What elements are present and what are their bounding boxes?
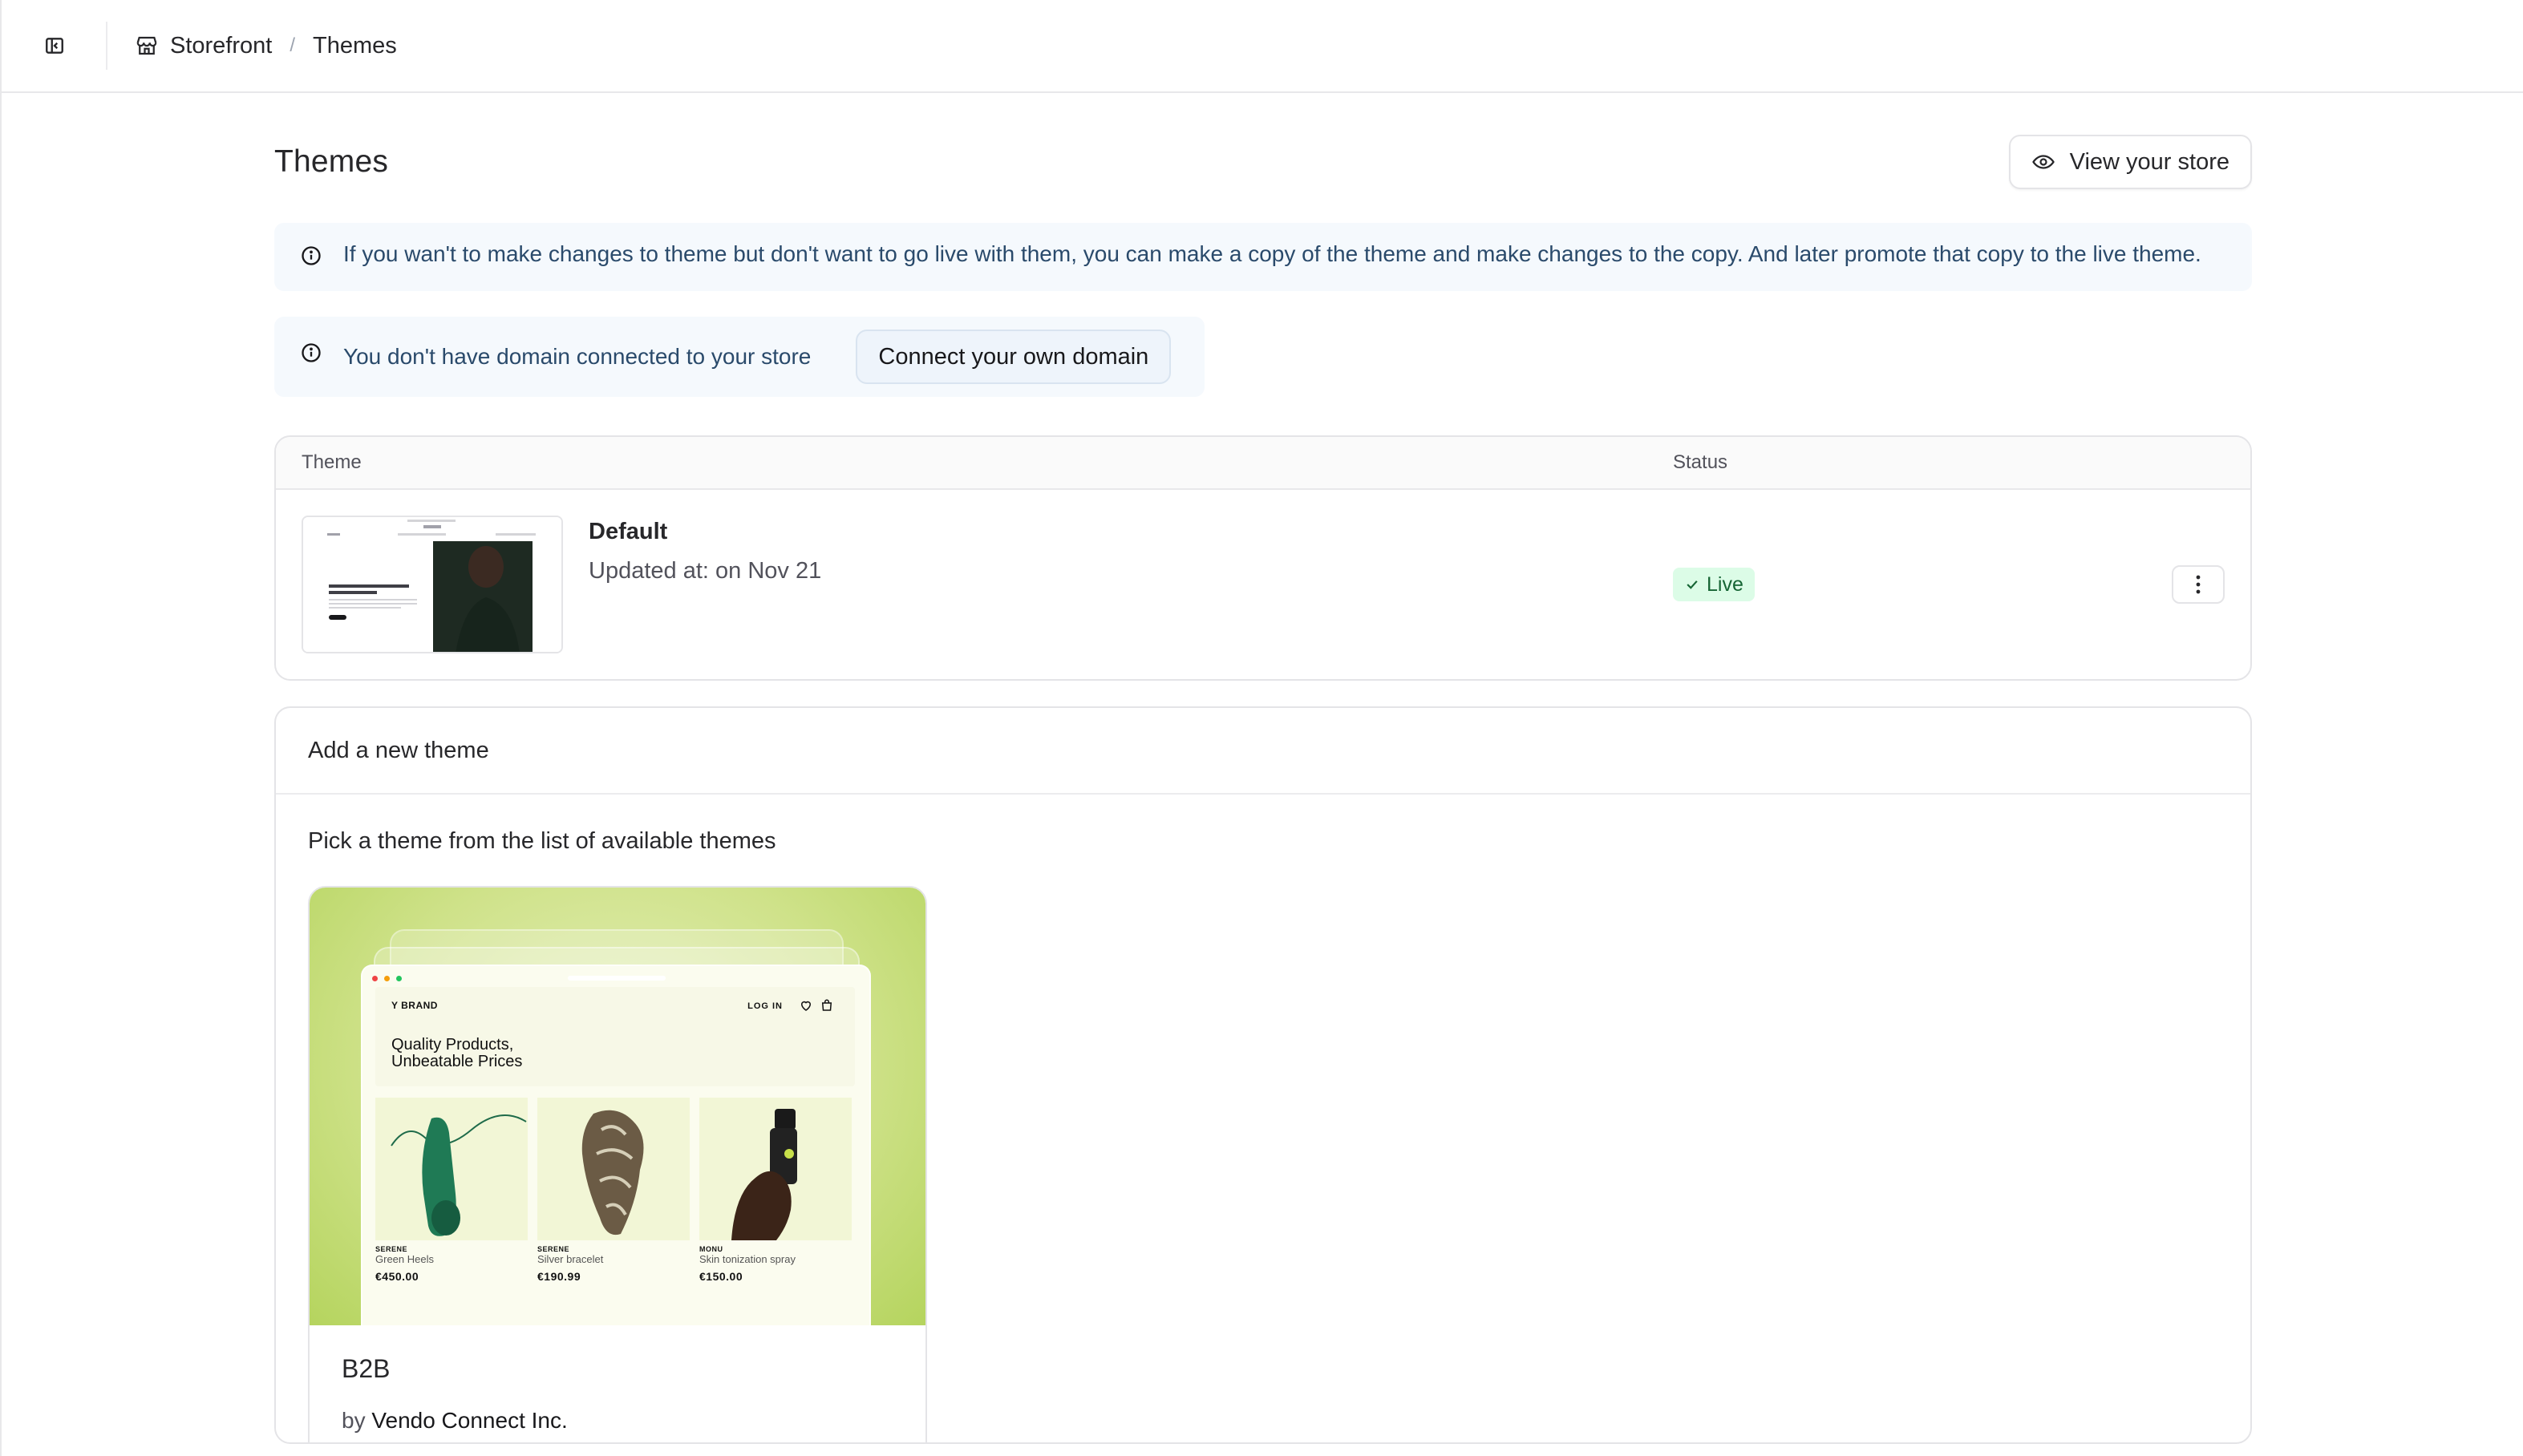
theme-info: Default Updated at: on Nov 21 xyxy=(589,490,1673,584)
theme-card-author: by Vendo Connect Inc. xyxy=(342,1408,568,1433)
page-title: Themes xyxy=(274,144,389,179)
connect-domain-button[interactable]: Connect your own domain xyxy=(856,330,1172,384)
preview-product: SERENE Green Heels €450.00 xyxy=(375,1098,528,1283)
main-content: Themes View your store If you wan't to m… xyxy=(274,93,2252,1444)
sidebar-toggle-icon xyxy=(46,38,63,54)
themes-table: Theme Status Default Updated at: on Nov … xyxy=(274,435,2252,681)
table-header: Theme Status xyxy=(276,437,2250,490)
preview-login: LOG IN xyxy=(747,1001,783,1011)
preview-product: SERENE Silver bracelet €190.99 xyxy=(537,1098,690,1283)
view-store-button[interactable]: View your store xyxy=(2008,135,2252,189)
preview-brand: Y BRAND xyxy=(391,1000,438,1011)
theme-card-title: B2B xyxy=(342,1354,391,1383)
info-icon xyxy=(300,340,322,374)
breadcrumb-storefront[interactable]: Storefront xyxy=(135,33,272,59)
eye-icon xyxy=(2031,155,2055,169)
copy-theme-callout-text: If you wan't to make changes to theme bu… xyxy=(343,241,2201,266)
copy-theme-callout: If you wan't to make changes to theme bu… xyxy=(274,223,2252,291)
preview-product: MONU Skin tonization spray €150.00 xyxy=(699,1098,852,1283)
more-vertical-icon xyxy=(2196,575,2201,594)
domain-callout: You don't have domain connected to your … xyxy=(274,317,1205,397)
status-cell: Live xyxy=(1673,568,2169,601)
breadcrumb-themes-label: Themes xyxy=(313,32,397,59)
preview-headline: Quality Products, Unbeatable Prices xyxy=(391,1036,523,1070)
breadcrumb-storefront-label: Storefront xyxy=(170,32,273,59)
theme-thumbnail xyxy=(302,516,563,653)
app-root: Storefront / Themes Themes View your sto… xyxy=(0,0,2523,1456)
status-badge-label: Live xyxy=(1707,572,1743,596)
heart-icon xyxy=(800,1001,812,1011)
status-badge: Live xyxy=(1673,568,1755,601)
row-actions-button[interactable] xyxy=(2172,565,2225,604)
preview-address-bar xyxy=(568,976,666,981)
topbar-divider xyxy=(106,22,107,70)
store-icon xyxy=(136,36,157,55)
column-header-theme: Theme xyxy=(302,451,362,473)
domain-callout-text: You don't have domain connected to your … xyxy=(343,344,812,369)
sidebar-toggle-button[interactable] xyxy=(37,28,72,63)
table-row[interactable]: Default Updated at: on Nov 21 Live xyxy=(276,490,2250,679)
view-store-label: View your store xyxy=(2069,148,2229,175)
breadcrumb: Storefront / Themes xyxy=(135,33,397,59)
preview-browser-window: Y BRAND LOG IN Quality Products, Unbeata… xyxy=(361,965,871,1325)
add-theme-card: Add a new theme Pick a theme from the li… xyxy=(274,706,2252,1444)
breadcrumb-themes: Themes xyxy=(313,33,397,59)
add-theme-title: Add a new theme xyxy=(276,708,2250,795)
add-theme-subtitle: Pick a theme from the list of available … xyxy=(308,828,776,854)
theme-card-b2b[interactable]: Y BRAND LOG IN Quality Products, Unbeata… xyxy=(308,886,927,1442)
breadcrumb-separator: / xyxy=(290,34,296,56)
theme-name: Default xyxy=(589,519,668,544)
column-header-status: Status xyxy=(1673,451,1728,473)
top-bar: Storefront / Themes xyxy=(2,0,2523,93)
theme-card-info: B2B by Vendo Connect Inc. xyxy=(310,1325,925,1442)
preview-products: SERENE Green Heels €450.00 SERENE Silver… xyxy=(375,1098,852,1283)
check-icon xyxy=(1687,580,1698,589)
preview-hero: Y BRAND LOG IN Quality Products, Unbeata… xyxy=(375,987,855,1086)
info-icon xyxy=(300,237,322,277)
page-header: Themes View your store xyxy=(274,93,2252,223)
theme-updated-at: Updated at: on Nov 21 xyxy=(589,558,822,584)
theme-preview: Y BRAND LOG IN Quality Products, Unbeata… xyxy=(310,888,925,1325)
bag-icon xyxy=(821,999,832,1011)
theme-author-name: Vendo Connect Inc. xyxy=(371,1408,568,1433)
